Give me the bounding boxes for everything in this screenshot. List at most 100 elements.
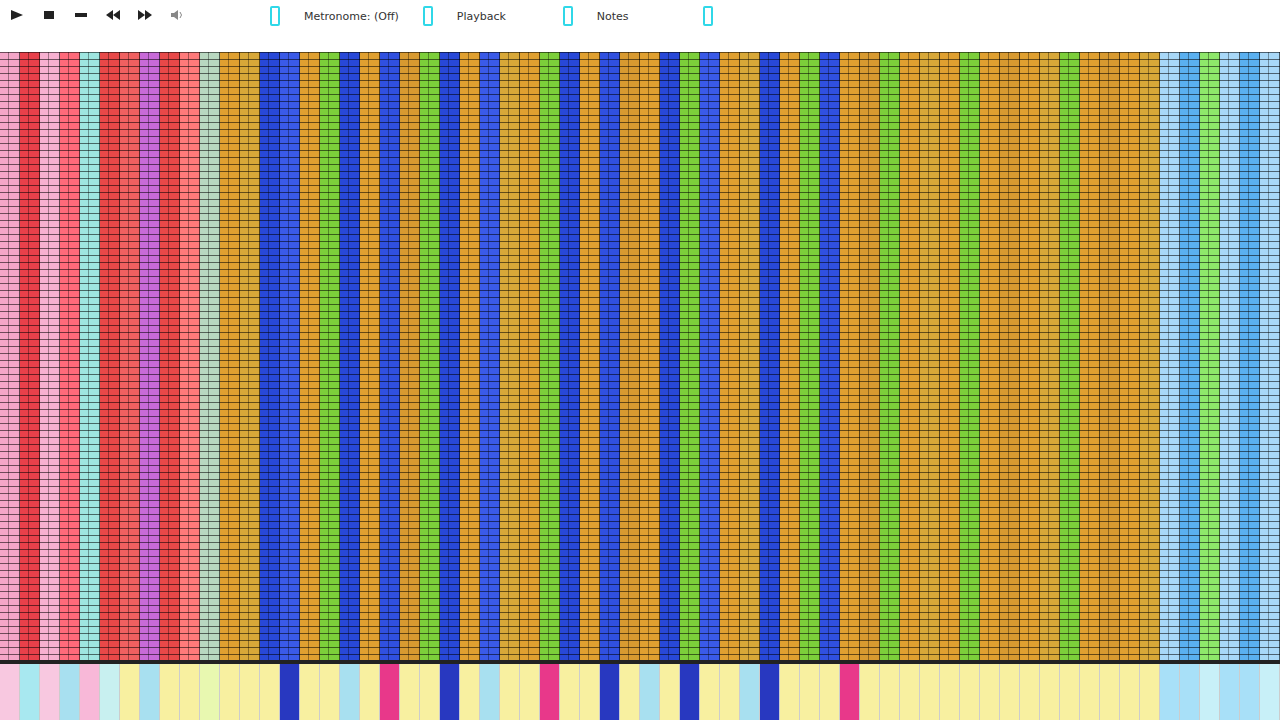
note-lane: [20, 52, 40, 660]
piano-key[interactable]: [1180, 664, 1200, 720]
piano-key[interactable]: [440, 664, 460, 720]
note-lane: [560, 52, 580, 660]
note-lane: [940, 52, 960, 660]
piano-key[interactable]: [680, 664, 700, 720]
piano-key[interactable]: [300, 664, 320, 720]
volume-button[interactable]: [168, 6, 186, 24]
piano-key[interactable]: [600, 664, 620, 720]
piano-key[interactable]: [1240, 664, 1260, 720]
piano-key[interactable]: [1020, 664, 1040, 720]
note-lane: [1000, 52, 1020, 660]
piano-key[interactable]: [40, 664, 60, 720]
piano-key[interactable]: [800, 664, 820, 720]
piano-key[interactable]: [280, 664, 300, 720]
piano-key[interactable]: [340, 664, 360, 720]
rewind-button[interactable]: [104, 6, 122, 24]
note-lane: [1100, 52, 1120, 660]
piano-key[interactable]: [540, 664, 560, 720]
piano-key[interactable]: [1260, 664, 1280, 720]
note-lane: [760, 52, 780, 660]
piano-key[interactable]: [880, 664, 900, 720]
piano-key[interactable]: [160, 664, 180, 720]
piano-key[interactable]: [360, 664, 380, 720]
piano-key[interactable]: [220, 664, 240, 720]
note-lane: [520, 52, 540, 660]
forward-button[interactable]: [136, 6, 154, 24]
piano-key[interactable]: [260, 664, 280, 720]
piano-key[interactable]: [1000, 664, 1020, 720]
stop-button[interactable]: [40, 6, 58, 24]
piano-key[interactable]: [980, 664, 1000, 720]
record-icon: [73, 9, 89, 21]
note-lane: [840, 52, 860, 660]
piano-key[interactable]: [180, 664, 200, 720]
note-lane: [240, 52, 260, 660]
control-label[interactable]: Metronome: (Off): [280, 10, 423, 23]
piano-key[interactable]: [500, 664, 520, 720]
piano-key[interactable]: [240, 664, 260, 720]
slider-handle[interactable]: [703, 6, 713, 26]
piano-key[interactable]: [1140, 664, 1160, 720]
piano-key[interactable]: [780, 664, 800, 720]
piano-key[interactable]: [20, 664, 40, 720]
piano-key[interactable]: [820, 664, 840, 720]
piano-key[interactable]: [1200, 664, 1220, 720]
piano-key[interactable]: [580, 664, 600, 720]
piano-key[interactable]: [120, 664, 140, 720]
piano-key[interactable]: [760, 664, 780, 720]
piano-key[interactable]: [1160, 664, 1180, 720]
piano-key[interactable]: [700, 664, 720, 720]
piano-key[interactable]: [520, 664, 540, 720]
note-lane: [320, 52, 340, 660]
piano-key[interactable]: [640, 664, 660, 720]
piano-key[interactable]: [80, 664, 100, 720]
piano-key[interactable]: [740, 664, 760, 720]
piano-key[interactable]: [460, 664, 480, 720]
piano-key[interactable]: [400, 664, 420, 720]
piano-key[interactable]: [1100, 664, 1120, 720]
record-button[interactable]: [72, 6, 90, 24]
piano-key[interactable]: [320, 664, 340, 720]
piano-key[interactable]: [1040, 664, 1060, 720]
piano-key[interactable]: [840, 664, 860, 720]
piano-key[interactable]: [900, 664, 920, 720]
piano-key[interactable]: [920, 664, 940, 720]
rewind-icon: [105, 9, 121, 21]
note-lane: [120, 52, 140, 660]
piano-key[interactable]: [1060, 664, 1080, 720]
piano-key[interactable]: [960, 664, 980, 720]
piano-key[interactable]: [860, 664, 880, 720]
control-label[interactable]: Playback: [433, 10, 563, 23]
piano-key[interactable]: [140, 664, 160, 720]
piano-key[interactable]: [720, 664, 740, 720]
note-lane: [80, 52, 100, 660]
play-button[interactable]: [8, 6, 26, 24]
piano-key[interactable]: [60, 664, 80, 720]
piano-key[interactable]: [420, 664, 440, 720]
piano-key[interactable]: [100, 664, 120, 720]
note-lane: [440, 52, 460, 660]
note-lane: [1220, 52, 1240, 660]
piano-key[interactable]: [480, 664, 500, 720]
piano-key[interactable]: [1220, 664, 1240, 720]
piano-key[interactable]: [660, 664, 680, 720]
note-lane: [1060, 52, 1080, 660]
slider-handle[interactable]: [270, 6, 280, 26]
control-label[interactable]: Notes: [573, 10, 703, 23]
piano-key[interactable]: [940, 664, 960, 720]
piano-key[interactable]: [1120, 664, 1140, 720]
piano-key[interactable]: [620, 664, 640, 720]
slider-handle[interactable]: [563, 6, 573, 26]
slider-handle[interactable]: [423, 6, 433, 26]
note-lane: [900, 52, 920, 660]
note-lane: [340, 52, 360, 660]
piano-key[interactable]: [0, 664, 20, 720]
piano-key[interactable]: [200, 664, 220, 720]
piano-key[interactable]: [380, 664, 400, 720]
note-lane: [140, 52, 160, 660]
note-lane: [620, 52, 640, 660]
note-lane: [680, 52, 700, 660]
piano-key[interactable]: [1080, 664, 1100, 720]
note-lane: [800, 52, 820, 660]
piano-key[interactable]: [560, 664, 580, 720]
